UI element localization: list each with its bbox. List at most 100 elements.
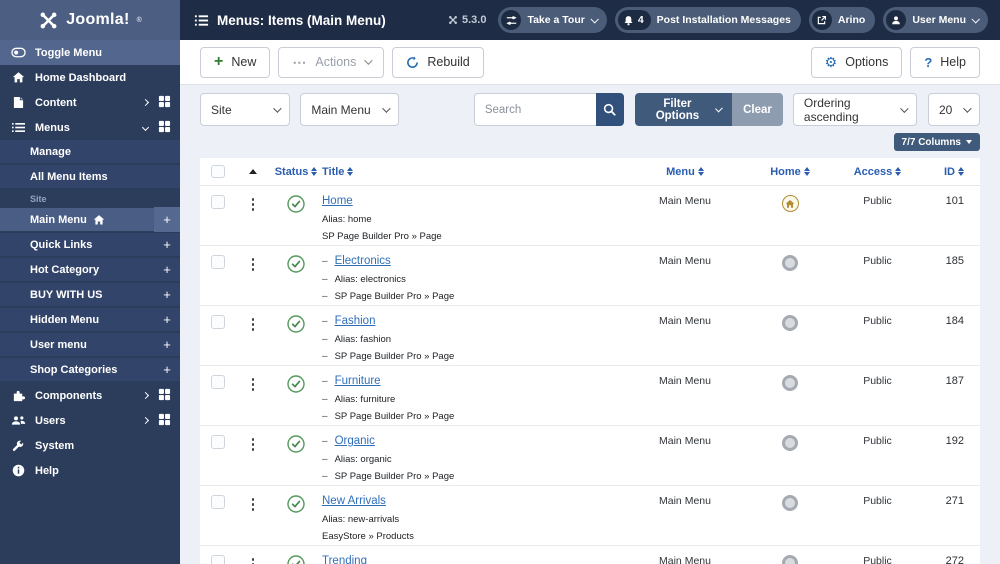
chevron-down-icon <box>141 123 150 132</box>
row-checkbox[interactable] <box>211 195 225 209</box>
sidebar-item-menus[interactable]: Menus <box>0 115 180 140</box>
add-menu-item-button[interactable]: + <box>154 232 180 257</box>
menu-item-link[interactable]: New Arrivals <box>322 495 386 508</box>
preview-site-button[interactable]: Arino <box>808 7 876 33</box>
sidebar-item-shop-categories[interactable]: Shop Categories + <box>0 358 180 383</box>
table-row: – Organic – Alias: organic – SP Page Builde… <box>200 426 980 486</box>
sidebar-item-components[interactable]: Components <box>0 383 180 408</box>
columns-label: 7/7 Columns <box>901 136 961 148</box>
rebuild-button[interactable]: Rebuild <box>392 46 484 78</box>
item-type: EasyStore » Products <box>322 531 414 542</box>
home-unset-icon[interactable] <box>782 255 798 271</box>
sidebar-item-buy-with-us[interactable]: BUY WITH US + <box>0 283 180 308</box>
status-published-icon[interactable] <box>287 555 305 564</box>
home-unset-icon[interactable] <box>782 315 798 331</box>
add-menu-item-button[interactable]: + <box>154 282 180 307</box>
status-published-icon[interactable] <box>287 315 305 338</box>
row-checkbox[interactable] <box>211 255 225 269</box>
drag-handle-icon[interactable] <box>251 378 255 391</box>
row-checkbox[interactable] <box>211 315 225 329</box>
status-published-icon[interactable] <box>287 495 305 518</box>
grid-icon[interactable] <box>158 413 171 429</box>
sidebar-item-hot-category[interactable]: Hot Category + <box>0 258 180 283</box>
row-checkbox[interactable] <box>211 375 225 389</box>
take-a-tour-button[interactable]: Take a Tour <box>498 7 607 33</box>
sidebar-toggle-menu[interactable]: Toggle Menu <box>0 40 180 65</box>
row-checkbox[interactable] <box>211 495 225 509</box>
home-unset-icon[interactable] <box>782 435 798 451</box>
status-published-icon[interactable] <box>287 255 305 278</box>
menu-item-link[interactable]: Fashion <box>335 315 376 328</box>
add-menu-item-button[interactable]: + <box>154 257 180 282</box>
help-button[interactable]: ? Help <box>910 46 980 78</box>
drag-handle-icon[interactable] <box>251 198 255 211</box>
row-checkbox[interactable] <box>211 435 225 449</box>
drag-handle-icon[interactable] <box>251 498 255 511</box>
new-button[interactable]: + New <box>200 46 271 78</box>
ordering-select[interactable]: Ordering ascending <box>792 93 917 126</box>
sidebar-item-users[interactable]: Users <box>0 408 180 433</box>
sidebar-item-help[interactable]: Help <box>0 458 180 483</box>
table-row: –Trending – – Main Menu Public 272 <box>200 546 980 564</box>
joomla-logo[interactable]: Joomla! ® <box>0 0 180 40</box>
home-unset-icon[interactable] <box>782 495 798 511</box>
drag-handle-icon[interactable] <box>251 558 255 564</box>
menu-item-link[interactable]: Home <box>322 195 353 208</box>
sidebar-item-user-menu[interactable]: User menu + <box>0 333 180 358</box>
add-menu-item-button[interactable]: + <box>154 207 180 232</box>
sidebar-item-hidden-menu[interactable]: Hidden Menu + <box>0 308 180 333</box>
clear-button[interactable]: Clear <box>732 93 783 126</box>
home-unset-icon[interactable] <box>782 555 798 564</box>
sort-icon <box>697 167 704 176</box>
status-published-icon[interactable] <box>287 435 305 458</box>
ordering-sort-icon[interactable] <box>249 169 257 174</box>
columns-toggle-button[interactable]: 7/7 Columns <box>893 133 980 151</box>
sidebar-item-quick-links[interactable]: Quick Links + <box>0 233 180 258</box>
drag-handle-icon[interactable] <box>251 438 255 451</box>
search-input[interactable] <box>473 93 596 126</box>
search-button[interactable] <box>595 93 624 126</box>
status-published-icon[interactable] <box>287 375 305 398</box>
grid-icon[interactable] <box>158 388 171 404</box>
drag-handle-icon[interactable] <box>251 318 255 331</box>
actions-button[interactable]: ⋯ Actions <box>278 46 385 78</box>
menu-item-link[interactable]: Furniture <box>335 375 381 388</box>
grid-icon[interactable] <box>158 120 171 136</box>
site-select[interactable]: Site <box>200 93 291 126</box>
home-default-icon[interactable] <box>781 195 799 212</box>
menu-item-link[interactable]: Trending <box>322 555 367 564</box>
user-menu-button[interactable]: User Menu <box>883 7 988 33</box>
sidebar-item-system[interactable]: System <box>0 433 180 458</box>
menu-item-link[interactable]: Electronics <box>335 255 391 268</box>
site-select-value: Site <box>211 102 232 117</box>
sidebar-item-main-menu[interactable]: Main Menu + <box>0 207 180 233</box>
header-title[interactable]: Title <box>322 166 620 178</box>
select-all-checkbox[interactable] <box>211 164 225 179</box>
add-menu-item-button[interactable]: + <box>154 307 180 332</box>
limit-select[interactable]: 20 <box>927 93 980 126</box>
sidebar-item-all-menu-items[interactable]: All Menu Items <box>0 165 180 190</box>
header-access[interactable]: Access <box>830 166 925 178</box>
post-installation-messages-button[interactable]: 4 Post Installation Messages <box>614 7 801 33</box>
header-status[interactable]: Status <box>270 166 322 178</box>
options-button[interactable]: ⚙ Options <box>810 46 903 78</box>
status-published-icon[interactable] <box>287 195 305 218</box>
menu-item-link[interactable]: Organic <box>335 435 375 448</box>
shop-categories-label: Shop Categories <box>30 363 118 376</box>
drag-handle-icon[interactable] <box>251 258 255 271</box>
menus-label: Menus <box>35 121 70 134</box>
row-checkbox[interactable] <box>211 555 225 564</box>
filter-options-button[interactable]: Filter Options <box>634 93 733 126</box>
grid-icon[interactable] <box>158 95 171 111</box>
header-id[interactable]: ID <box>925 166 980 178</box>
sidebar-item-content[interactable]: Content <box>0 90 180 115</box>
sidebar-item-home-dashboard[interactable]: Home Dashboard <box>0 65 180 90</box>
add-menu-item-button[interactable]: + <box>154 332 180 357</box>
header-home[interactable]: Home <box>750 166 830 178</box>
header-menu[interactable]: Menu <box>620 166 750 178</box>
wrench-icon <box>10 440 26 452</box>
menu-select[interactable]: Main Menu <box>300 93 399 126</box>
add-menu-item-button[interactable]: + <box>154 357 180 382</box>
sidebar-item-manage[interactable]: Manage <box>0 140 180 165</box>
home-unset-icon[interactable] <box>782 375 798 391</box>
